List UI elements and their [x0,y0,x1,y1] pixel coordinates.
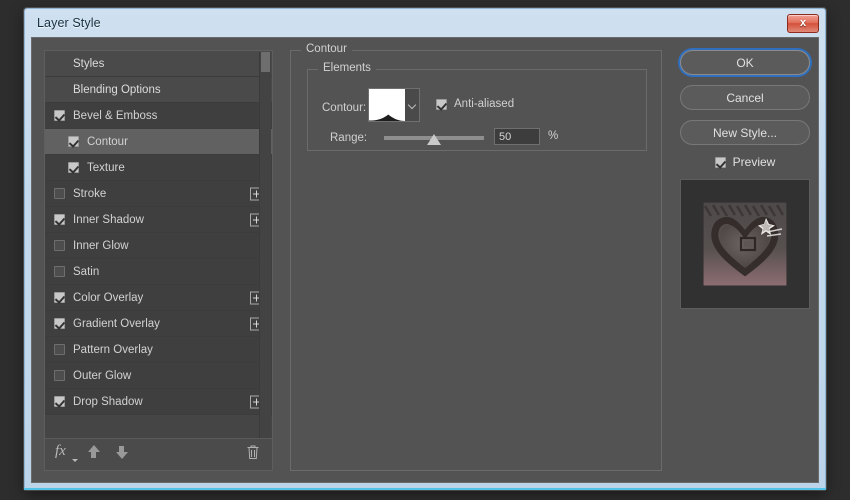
dialog-actions-column: OK Cancel New Style... Preview [680,50,810,309]
style-row-contour[interactable]: Contour [45,129,272,155]
ok-button[interactable]: OK [680,50,810,75]
style-row-label: Satin [73,266,99,278]
row-checkbox-placeholder [54,84,65,95]
style-row-label: Bevel & Emboss [73,110,157,122]
style-row-drop-shadow[interactable]: Drop Shadow [45,389,272,415]
style-row-bevel-emboss[interactable]: Bevel & Emboss [45,103,272,129]
preview-checkbox-row[interactable]: Preview [680,155,810,169]
window-title: Layer Style [37,16,101,30]
enable-checkbox[interactable] [54,292,65,303]
enable-checkbox[interactable] [54,240,65,251]
scrollbar-thumb[interactable] [261,52,270,72]
style-row-label: Blending Options [73,84,161,96]
style-row-inner-glow[interactable]: Inner Glow [45,233,272,259]
enable-checkbox[interactable] [54,110,65,121]
style-row-satin[interactable]: Satin [45,259,272,285]
fx-menu-chevron-icon[interactable] [72,459,78,462]
row-checkbox-placeholder [54,58,65,69]
style-row-label: Contour [87,136,128,148]
preview-thumbnail [680,179,810,309]
range-slider[interactable] [384,136,484,140]
styles-toolbar: fx [45,438,272,470]
style-row-color-overlay[interactable]: Color Overlay [45,285,272,311]
anti-aliased-checkbox-row[interactable]: Anti-aliased [436,98,514,110]
style-row-inner-shadow[interactable]: Inner Shadow [45,207,272,233]
style-row-label: Gradient Overlay [73,318,160,330]
close-icon-glyph: x [800,18,806,29]
styles-scrollbar[interactable] [259,52,271,438]
preview-label: Preview [733,155,776,169]
cancel-button[interactable]: Cancel [680,85,810,110]
enable-checkbox[interactable] [54,214,65,225]
new-style-button[interactable]: New Style... [680,120,810,145]
style-row-label: Pattern Overlay [73,344,153,356]
contour-preset-picker[interactable] [368,88,420,122]
contour-settings-panel: Contour Elements Contour: [290,50,662,471]
preview-artwork [703,202,787,286]
arrow-down-icon[interactable] [115,445,128,459]
styles-panel: Styles Blending Options Bevel & Emboss Cont… [44,50,273,471]
enable-checkbox[interactable] [68,136,79,147]
enable-checkbox[interactable] [68,162,79,173]
style-row-outer-glow[interactable]: Outer Glow [45,363,272,389]
enable-checkbox[interactable] [54,370,65,381]
style-row-styles[interactable]: Styles [45,51,272,77]
style-row-gradient-overlay[interactable]: Gradient Overlay [45,311,272,337]
contour-field-label: Contour: [322,102,366,114]
dialog-body: Styles Blending Options Bevel & Emboss Cont… [31,37,819,483]
close-icon[interactable]: x [787,14,819,33]
enable-checkbox[interactable] [54,318,65,329]
range-unit-label: % [548,130,558,142]
style-row-label: Texture [87,162,125,174]
style-row-stroke[interactable]: Stroke [45,181,272,207]
style-row-texture[interactable]: Texture [45,155,272,181]
trash-can-icon[interactable] [246,444,260,463]
contour-curve-thumbnail [369,89,405,121]
desktop-background: Layer Style x Styles Blending Options Beve… [0,0,850,500]
enable-checkbox[interactable] [54,396,65,407]
range-slider-handle[interactable] [427,134,441,145]
style-row-label: Drop Shadow [73,396,143,408]
elements-group-title: Elements [318,62,376,74]
preview-checkbox[interactable] [715,157,726,168]
contour-group-title: Contour [301,43,352,55]
anti-aliased-checkbox[interactable] [436,99,447,110]
style-row-label: Color Overlay [73,292,143,304]
enable-checkbox[interactable] [54,344,65,355]
enable-checkbox[interactable] [54,188,65,199]
styles-list[interactable]: Styles Blending Options Bevel & Emboss Cont… [45,51,272,439]
style-row-blending-options[interactable]: Blending Options [45,77,272,103]
style-row-label: Styles [73,58,104,70]
fx-menu-icon[interactable]: fx [55,443,66,460]
style-row-label: Stroke [73,188,106,200]
range-field-label: Range: [330,132,367,144]
layer-style-window: Layer Style x Styles Blending Options Beve… [24,8,826,490]
style-row-label: Inner Glow [73,240,129,252]
style-row-label: Inner Shadow [73,214,144,226]
arrow-up-icon[interactable] [87,445,100,459]
anti-aliased-label: Anti-aliased [454,98,514,110]
elements-group: Elements Contour: [307,69,647,151]
style-row-label: Outer Glow [73,370,131,382]
range-input[interactable] [494,128,540,145]
chevron-down-icon[interactable] [405,89,419,121]
enable-checkbox[interactable] [54,266,65,277]
window-titlebar[interactable]: Layer Style x [25,9,825,37]
style-row-pattern-overlay[interactable]: Pattern Overlay [45,337,272,363]
